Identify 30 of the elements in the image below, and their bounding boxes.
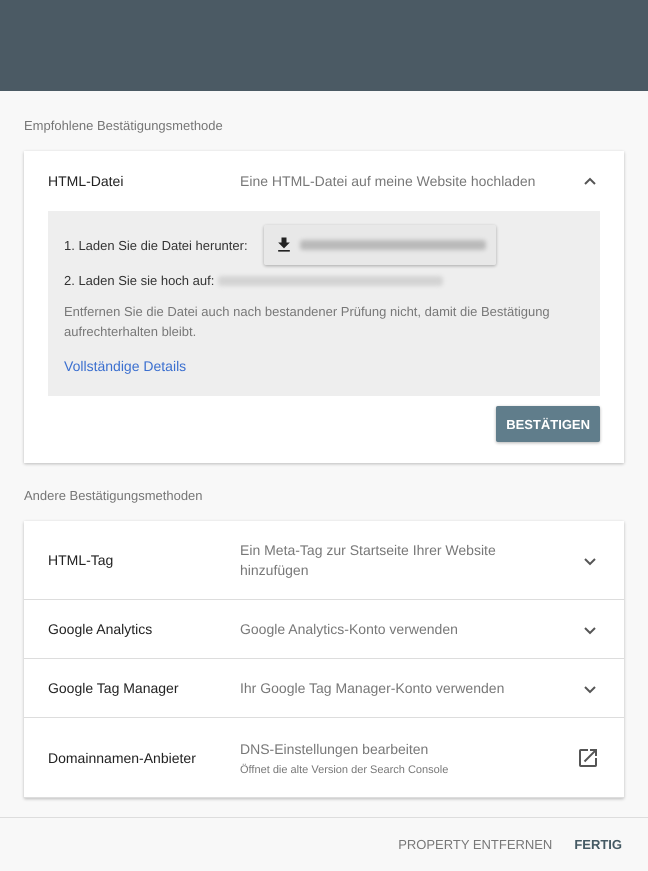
method-description: Eine HTML-Datei auf meine Website hochladen	[240, 172, 536, 191]
section-heading: Andere Bestätigungsmethoden	[24, 488, 204, 503]
step-text: 1. Laden Sie die Datei herunter:	[64, 238, 248, 252]
chevron-icon	[584, 178, 596, 184]
method-title: Google Tag Manager	[48, 680, 180, 696]
confirm-button[interactable]: BESTÄTIGEN	[496, 406, 600, 442]
method-description: DNS-Einstellungen bearbeiten	[240, 740, 430, 759]
method-description: Ihr Google Tag Manager-Konto verwenden	[240, 679, 506, 698]
method-subtext: Öffnet die alte Version der Search Console	[240, 764, 450, 776]
footer-button[interactable]: FERTIG	[566, 829, 630, 860]
method-title: HTML-Datei	[48, 173, 124, 189]
step-text: 2. Laden Sie sie hoch auf:	[64, 273, 214, 288]
method-row[interactable]: Google Tag Manager Ihr Google Tag Manager-Konto verwenden	[24, 659, 624, 718]
method-title: Domainnamen-Anbieter	[48, 750, 197, 766]
note-text: Entfernen Sie die Datei auch nach bestandener Prüfung nicht, damit die Bestätigung aufrechterhalten bleibt.	[64, 303, 551, 341]
chevron-icon	[584, 626, 596, 632]
method-row[interactable]: Domainnamen-Anbieter DNS-Einstellungen bearbeiten Öffnet die alte Version der Search Console	[24, 718, 624, 798]
method-title: HTML-Tag	[48, 552, 114, 568]
details-link[interactable]: Vollständige Details	[64, 358, 186, 374]
download-button[interactable]	[264, 225, 496, 265]
method-header[interactable]: HTML-Datei Eine HTML-Datei auf meine Website hochladen	[24, 151, 624, 211]
chevron-icon	[584, 684, 596, 692]
method-description: Ein Meta-Tag zur Startseite Ihrer Website hinzufügen	[240, 541, 497, 580]
method-row[interactable]: Google Analytics Google Analytics-Konto verwenden	[24, 600, 624, 659]
method-description: Google Analytics-Konto verwenden	[240, 620, 459, 639]
footer-button[interactable]: PROPERTY ENTFERNEN	[390, 829, 560, 860]
section-heading: Empfohlene Bestätigungsmethode	[24, 118, 224, 133]
chevron-icon	[584, 556, 596, 564]
method-row[interactable]: HTML-Tag Ein Meta-Tag zur Startseite Ihrer Website hinzufügen	[24, 521, 624, 600]
method-title: Google Analytics	[48, 621, 154, 637]
